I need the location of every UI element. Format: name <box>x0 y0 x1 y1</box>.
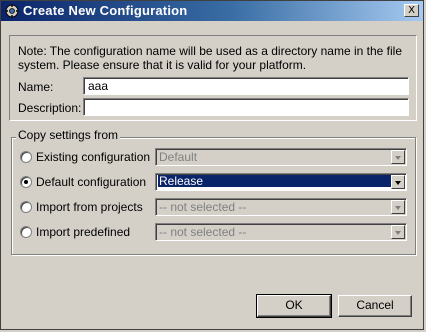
import-from-projects-combo[interactable]: -- not selected -- <box>155 198 407 216</box>
name-input[interactable]: aaa <box>83 77 409 95</box>
existing-configuration-label[interactable]: Existing configuration <box>36 150 150 164</box>
chevron-down-icon[interactable] <box>391 200 405 214</box>
default-configuration-radio[interactable] <box>20 176 32 188</box>
cancel-button[interactable]: Cancel <box>338 295 412 317</box>
description-input[interactable] <box>83 98 409 116</box>
import-from-projects-combo-value: -- not selected -- <box>159 200 247 214</box>
chevron-down-icon[interactable] <box>391 150 405 164</box>
create-configuration-dialog: Create New Configuration X Note: The con… <box>0 0 424 330</box>
chevron-down-icon[interactable] <box>391 225 405 239</box>
default-configuration-combo-value: Release <box>158 175 395 188</box>
title-bar[interactable]: Create New Configuration X <box>1 1 423 21</box>
existing-configuration-radio[interactable] <box>20 151 32 163</box>
name-input-value: aaa <box>88 79 109 93</box>
import-from-projects-radio[interactable] <box>20 201 32 213</box>
default-configuration-label[interactable]: Default configuration <box>36 175 146 189</box>
import-predefined-combo[interactable]: -- not selected -- <box>155 223 407 241</box>
ok-button[interactable]: OK <box>256 294 332 318</box>
existing-configuration-combo-value: Default <box>159 150 198 164</box>
gear-icon <box>5 4 19 18</box>
import-predefined-combo-value: -- not selected -- <box>159 225 247 239</box>
close-icon: X <box>408 5 415 16</box>
description-label: Description: <box>18 101 82 115</box>
default-configuration-combo[interactable]: Release <box>155 173 407 191</box>
close-button[interactable]: X <box>404 4 419 17</box>
name-label: Name: <box>18 80 54 94</box>
dialog-title: Create New Configuration <box>23 3 188 18</box>
import-predefined-label[interactable]: Import predefined <box>36 225 130 239</box>
chevron-down-icon[interactable] <box>391 175 405 189</box>
note-text: Note: The configuration name will be use… <box>18 44 402 72</box>
existing-configuration-combo[interactable]: Default <box>155 148 407 166</box>
import-from-projects-label[interactable]: Import from projects <box>36 200 143 214</box>
copy-settings-title: Copy settings from <box>16 128 121 142</box>
import-predefined-radio[interactable] <box>20 226 32 238</box>
